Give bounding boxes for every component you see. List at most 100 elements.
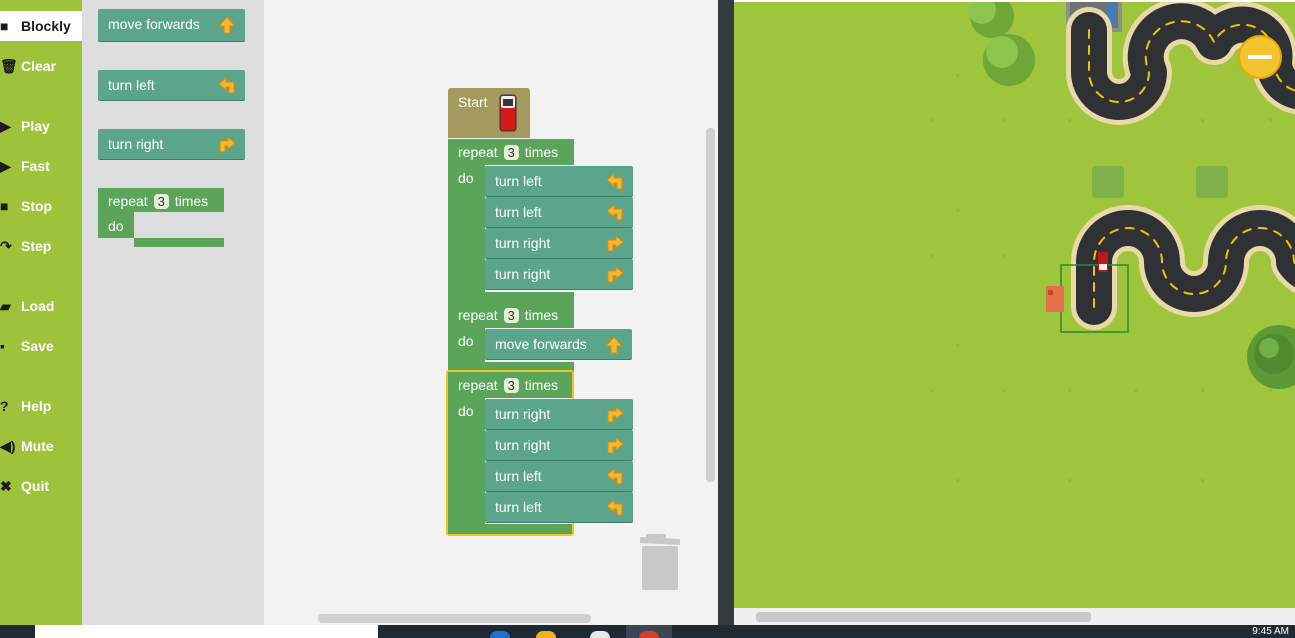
toolbox-turn-right-block[interactable]: turn right (98, 129, 245, 159)
menu-item-mute[interactable]: ◀) Mute (0, 431, 82, 461)
menu-item-save[interactable]: ▪ Save (0, 331, 82, 361)
folder-icon: ▰ (0, 297, 11, 314)
svg-text:ᵥ: ᵥ (1002, 250, 1006, 260)
repeat-block-1-do-column: do (448, 165, 485, 292)
start-block[interactable]: Start (448, 88, 530, 138)
svg-text:ᵥ: ᵥ (1002, 385, 1006, 395)
arrow-up-icon (604, 336, 624, 354)
workspace-vertical-scrollbar[interactable] (706, 128, 715, 482)
toolbox-repeat-do-column: do (98, 212, 134, 238)
svg-text:ᵥ: ᵥ (956, 70, 960, 80)
turn-right-icon (607, 405, 624, 423)
play-icon: ▶ (0, 117, 11, 134)
step-icon: ↷ (0, 237, 12, 254)
move-forwards-block[interactable]: move forwards (485, 329, 632, 359)
repeat-block-1-bottom (448, 292, 574, 302)
svg-text:ᵥ: ᵥ (956, 340, 960, 350)
turn-left-block[interactable]: turn left (485, 166, 633, 196)
block-toolbox: move forwards turn left turn right repea… (82, 0, 264, 625)
svg-text:ᵥ: ᵥ (930, 385, 934, 395)
game-map: ᵥᵥᵥᵥᵥᵥᵥ ᵥᵥᵥ ᵥᵥᵥᵥᵥᵥᵥ ᵥᵥᵥ (734, 2, 1295, 608)
repeat-block-3-bottom (448, 524, 572, 534)
turn-left-block[interactable]: turn left (485, 461, 633, 491)
repeat-block-2-do-column: do (448, 328, 485, 362)
map-horizontal-scrollbar[interactable] (756, 612, 1091, 622)
svg-text:ᵥ: ᵥ (930, 115, 934, 125)
os-taskbar: 9:45 AM (0, 625, 1295, 638)
repeat-count-field[interactable]: 3 (503, 308, 519, 323)
menu-item-stop[interactable]: ■ Stop (0, 191, 82, 221)
panel-divider (718, 0, 734, 625)
main-menu: ■ Blockly 🗑 Clear ▶ Play ▶ Fast ■ Stop ↷ Step … (0, 0, 82, 625)
repeat-count-field[interactable]: 3 (503, 378, 519, 393)
turn-right-icon (607, 234, 624, 252)
turn-left-icon (218, 76, 235, 94)
toolbox-move-forwards-block[interactable]: move forwards (98, 9, 245, 41)
taskbar-app-icon (639, 631, 659, 638)
taskbar-app-icon[interactable] (536, 631, 556, 638)
menu-item-play[interactable]: ▶ Play (0, 111, 82, 141)
menu-item-load[interactable]: ▰ Load (0, 291, 82, 321)
toolbox-turn-left-block[interactable]: turn left (98, 70, 245, 100)
speaker-icon: ◀) (0, 437, 16, 454)
turn-right-icon (607, 436, 624, 454)
repeat-block-3[interactable]: repeat 3 times (448, 372, 572, 398)
trash-can-icon[interactable] (638, 532, 682, 592)
svg-text:ᵥ: ᵥ (956, 475, 960, 485)
svg-text:ᵥ: ᵥ (1002, 115, 1006, 125)
fast-icon: ▶ (0, 157, 11, 174)
menu-item-clear[interactable]: 🗑 Clear (0, 51, 82, 81)
repeat-count-field[interactable]: 3 (503, 145, 519, 160)
help-icon: ? (0, 398, 9, 414)
turn-right-block[interactable]: turn right (485, 259, 633, 289)
stop-icon: ■ (0, 198, 9, 214)
turn-left-block[interactable]: turn left (485, 197, 633, 227)
car-icon (499, 94, 517, 132)
save-icon: ▪ (0, 338, 5, 354)
svg-text:ᵥ: ᵥ (1068, 385, 1072, 395)
turn-right-icon (607, 265, 624, 283)
taskbar-active-app[interactable] (626, 625, 672, 638)
taskbar-app-icon[interactable] (590, 631, 610, 638)
turn-right-block[interactable]: turn right (485, 399, 633, 429)
repeat-block-2[interactable]: repeat 3 times (448, 302, 574, 328)
hedge-icon (1092, 166, 1124, 198)
svg-text:ᵥ: ᵥ (1201, 385, 1205, 395)
svg-text:ᵥ: ᵥ (1201, 475, 1205, 485)
svg-text:ᵥ: ᵥ (1068, 475, 1072, 485)
svg-text:ᵥ: ᵥ (1201, 115, 1205, 125)
turn-left-block[interactable]: turn left (485, 492, 633, 522)
map-scroll-track (734, 608, 1295, 625)
destination-icon (1046, 286, 1064, 312)
workspace-horizontal-scrollbar[interactable] (318, 614, 591, 623)
taskbar-search-box[interactable] (35, 625, 378, 638)
arrow-up-icon (217, 16, 237, 34)
repeat-block-3-do-column: do (448, 398, 485, 524)
taskbar-app-icon[interactable] (490, 631, 510, 638)
turn-left-icon (606, 203, 623, 221)
turn-left-icon (606, 172, 623, 190)
turn-right-block[interactable]: turn right (485, 228, 633, 258)
taskbar-clock: 9:45 AM (1252, 626, 1289, 637)
svg-text:ᵥ: ᵥ (930, 250, 934, 260)
svg-text:ᵥ: ᵥ (956, 205, 960, 215)
road-map-canvas: ᵥᵥ ᵥ ᵥ ᵥ ᵥ ᵥ ᵥᵥ ᵥ ᵥᵥ ᵥ ᵥ ᵥ ᵥ ᵥ ᵥᵥᵥ (930, 2, 1295, 485)
trash-icon: 🗑 (0, 57, 18, 74)
blockly-icon: ■ (0, 18, 9, 34)
menu-item-help[interactable]: ? Help (0, 391, 82, 421)
menu-item-blockly[interactable]: ■ Blockly (0, 11, 82, 41)
repeat-count-field[interactable]: 3 (153, 194, 169, 209)
menu-item-quit[interactable]: ✖ Quit (0, 471, 82, 501)
svg-text:ᵥ: ᵥ (1068, 115, 1072, 125)
menu-item-fast[interactable]: ▶ Fast (0, 151, 82, 181)
turn-left-icon (606, 498, 623, 516)
blockly-workspace[interactable]: Start repeat 3 times do turn left turn l… (264, 0, 718, 625)
turn-right-icon (219, 135, 236, 153)
turn-right-block[interactable]: turn right (485, 430, 633, 460)
svg-text:ᵥ: ᵥ (1134, 385, 1138, 395)
menu-item-step[interactable]: ↷ Step (0, 231, 82, 261)
toolbox-repeat-block[interactable]: repeat 3 times (98, 188, 224, 212)
repeat-block-1[interactable]: repeat 3 times (448, 139, 574, 165)
toolbox-repeat-bottom (134, 238, 224, 247)
svg-text:ᵥ: ᵥ (1269, 115, 1273, 125)
